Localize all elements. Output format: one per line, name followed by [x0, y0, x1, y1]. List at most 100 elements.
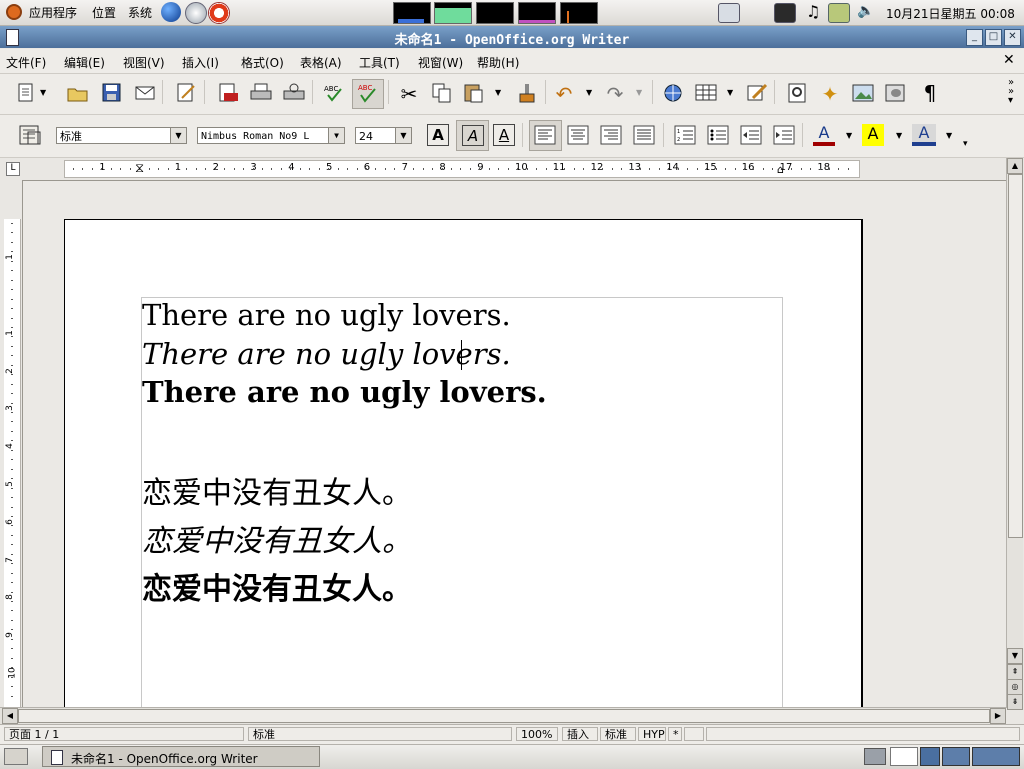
- print-preview-icon[interactable]: [282, 82, 306, 104]
- cjk-line-bold[interactable]: 恋爱中没有丑女人。: [142, 564, 412, 608]
- close-button[interactable]: ✕: [1004, 29, 1021, 46]
- close-document-icon[interactable]: ✕: [1003, 52, 1015, 68]
- spellcheck-icon[interactable]: ABC: [323, 82, 347, 104]
- signature-status[interactable]: [684, 727, 704, 741]
- insert-mode[interactable]: 插入: [562, 727, 598, 741]
- align-center-icon[interactable]: [566, 124, 590, 146]
- terminal-icon[interactable]: [774, 3, 796, 23]
- increase-indent-icon[interactable]: [772, 124, 796, 146]
- clock-app-icon[interactable]: [185, 2, 207, 24]
- applications-menu[interactable]: 应用程序: [29, 4, 77, 21]
- gallery-icon[interactable]: [851, 82, 875, 104]
- toolbar-overflow-icon[interactable]: »» ▾: [1008, 78, 1014, 106]
- print-icon[interactable]: [249, 82, 273, 104]
- background-color-dropdown-icon[interactable]: ▼: [946, 131, 952, 140]
- cjk-line-italic[interactable]: 恋爱中没有丑女人。: [142, 516, 412, 560]
- menu-window[interactable]: 视窗(W): [418, 54, 463, 71]
- update-notifier-icon[interactable]: [828, 3, 850, 23]
- paragraph-style-combo[interactable]: 标准 ▼: [56, 127, 187, 144]
- chevron-down-icon[interactable]: ▼: [395, 128, 411, 143]
- redo-dropdown-icon[interactable]: ▼: [636, 88, 642, 97]
- workspace-4[interactable]: [972, 747, 1020, 766]
- web-browser-icon[interactable]: [161, 2, 181, 22]
- paste-dropdown-icon[interactable]: ▼: [495, 88, 501, 97]
- font-color-dropdown-icon[interactable]: ▼: [846, 131, 852, 140]
- edit-file-icon[interactable]: [174, 82, 198, 104]
- document-area[interactable]: There are no ugly lovers. There are no u…: [22, 180, 1007, 709]
- decrease-indent-icon[interactable]: [739, 124, 763, 146]
- selection-mode[interactable]: 标准: [600, 727, 636, 741]
- paste-icon[interactable]: [462, 82, 486, 104]
- toolbar-overflow-icon[interactable]: ▾: [963, 139, 968, 149]
- background-color-icon[interactable]: A: [912, 124, 936, 146]
- new-document-icon[interactable]: [14, 82, 38, 104]
- tab-stop-selector[interactable]: L: [6, 162, 20, 176]
- vertical-scroll-thumb[interactable]: [1008, 174, 1023, 538]
- autospellcheck-button[interactable]: ABC: [352, 79, 384, 109]
- italic-button[interactable]: A: [456, 120, 489, 151]
- copy-icon[interactable]: [430, 82, 454, 104]
- new-dropdown-icon[interactable]: ▼: [40, 88, 46, 97]
- scroll-down-button[interactable]: ▼: [1007, 648, 1023, 664]
- numbering-icon[interactable]: 12: [673, 124, 697, 146]
- music-player-icon[interactable]: ♫: [806, 2, 820, 21]
- cut-icon[interactable]: ✂: [397, 82, 421, 106]
- font-color-icon[interactable]: A: [813, 124, 835, 146]
- chevron-down-icon[interactable]: ▼: [170, 128, 186, 143]
- hyphenation-status[interactable]: HYP: [638, 727, 666, 741]
- highlighting-dropdown-icon[interactable]: ▼: [896, 131, 902, 140]
- menu-file[interactable]: 文件(F): [6, 54, 46, 71]
- undo-icon[interactable]: ↶: [552, 82, 576, 106]
- scroll-right-button[interactable]: ▶: [990, 708, 1006, 724]
- nonprinting-characters-icon[interactable]: ¶: [918, 81, 942, 105]
- workspace-2[interactable]: [920, 747, 940, 766]
- draw-functions-icon[interactable]: [745, 82, 769, 104]
- text-line-italic[interactable]: There are no ugly lovers.: [142, 337, 511, 371]
- computer-icon[interactable]: [718, 3, 740, 23]
- workspace-3[interactable]: [942, 747, 970, 766]
- minimize-button[interactable]: _: [966, 29, 983, 46]
- save-icon[interactable]: [100, 82, 124, 104]
- export-pdf-icon[interactable]: [216, 82, 240, 104]
- text-line-bold[interactable]: There are no ugly lovers.: [142, 375, 547, 409]
- help-icon[interactable]: [208, 2, 230, 24]
- navigation-button[interactable]: ◎: [1007, 679, 1023, 695]
- system-menu[interactable]: 系统: [128, 4, 152, 21]
- right-indent-marker-icon[interactable]: ⌂: [777, 164, 784, 176]
- clock[interactable]: 10月21日星期五 00:08: [886, 5, 1015, 22]
- underline-icon[interactable]: A: [493, 124, 515, 146]
- font-name-combo[interactable]: Nimbus Roman No9 L ▼: [197, 127, 345, 144]
- volume-icon[interactable]: 🔈: [857, 3, 874, 19]
- chevron-down-icon[interactable]: ▼: [328, 128, 344, 143]
- vertical-ruler[interactable]: 1 1 2 3 4 5 6 7 8 9 10: [4, 219, 21, 708]
- horizontal-scrollbar[interactable]: ◀ ▶: [0, 707, 1006, 724]
- ubuntu-logo-icon[interactable]: [6, 4, 22, 20]
- open-folder-icon[interactable]: [66, 82, 90, 104]
- indent-marker-icon[interactable]: ⧖: [135, 161, 144, 176]
- table-icon[interactable]: [694, 82, 718, 104]
- page-style[interactable]: 标准: [248, 727, 512, 741]
- show-desktop-icon[interactable]: [4, 748, 28, 765]
- menu-insert[interactable]: 插入(I): [182, 54, 219, 71]
- document-page[interactable]: There are no ugly lovers. There are no u…: [64, 219, 863, 709]
- horizontal-scroll-thumb[interactable]: [18, 709, 990, 723]
- menu-format[interactable]: 格式(O): [241, 54, 284, 71]
- next-page-button[interactable]: ⇟: [1007, 694, 1023, 710]
- page-number[interactable]: 页面 1 / 1: [4, 727, 244, 741]
- format-paintbrush-icon[interactable]: [515, 82, 539, 104]
- redo-icon[interactable]: ↷: [603, 82, 627, 106]
- email-icon[interactable]: [133, 82, 157, 104]
- styles-formatting-icon[interactable]: [18, 124, 42, 146]
- justify-icon[interactable]: [632, 124, 656, 146]
- font-size-combo[interactable]: 24 ▼: [355, 127, 412, 144]
- menu-help[interactable]: 帮助(H): [477, 54, 519, 71]
- find-replace-icon[interactable]: [786, 82, 810, 104]
- align-right-icon[interactable]: [599, 124, 623, 146]
- horizontal-ruler[interactable]: 1 1 2 3 4 5 6 7 8 9 10 11 12 13 14 15 16 17 18 ⧖ ⌂: [64, 160, 860, 178]
- highlighting-icon[interactable]: A: [862, 124, 884, 146]
- vertical-scrollbar[interactable]: ▲ ▼ ⇞ ◎ ⇟: [1006, 158, 1023, 710]
- data-sources-icon[interactable]: [884, 82, 908, 104]
- title-bar[interactable]: 未命名1 - OpenOffice.org Writer _ □ ✕: [0, 26, 1024, 48]
- menu-table[interactable]: 表格(A): [300, 54, 342, 71]
- scroll-left-button[interactable]: ◀: [2, 708, 18, 724]
